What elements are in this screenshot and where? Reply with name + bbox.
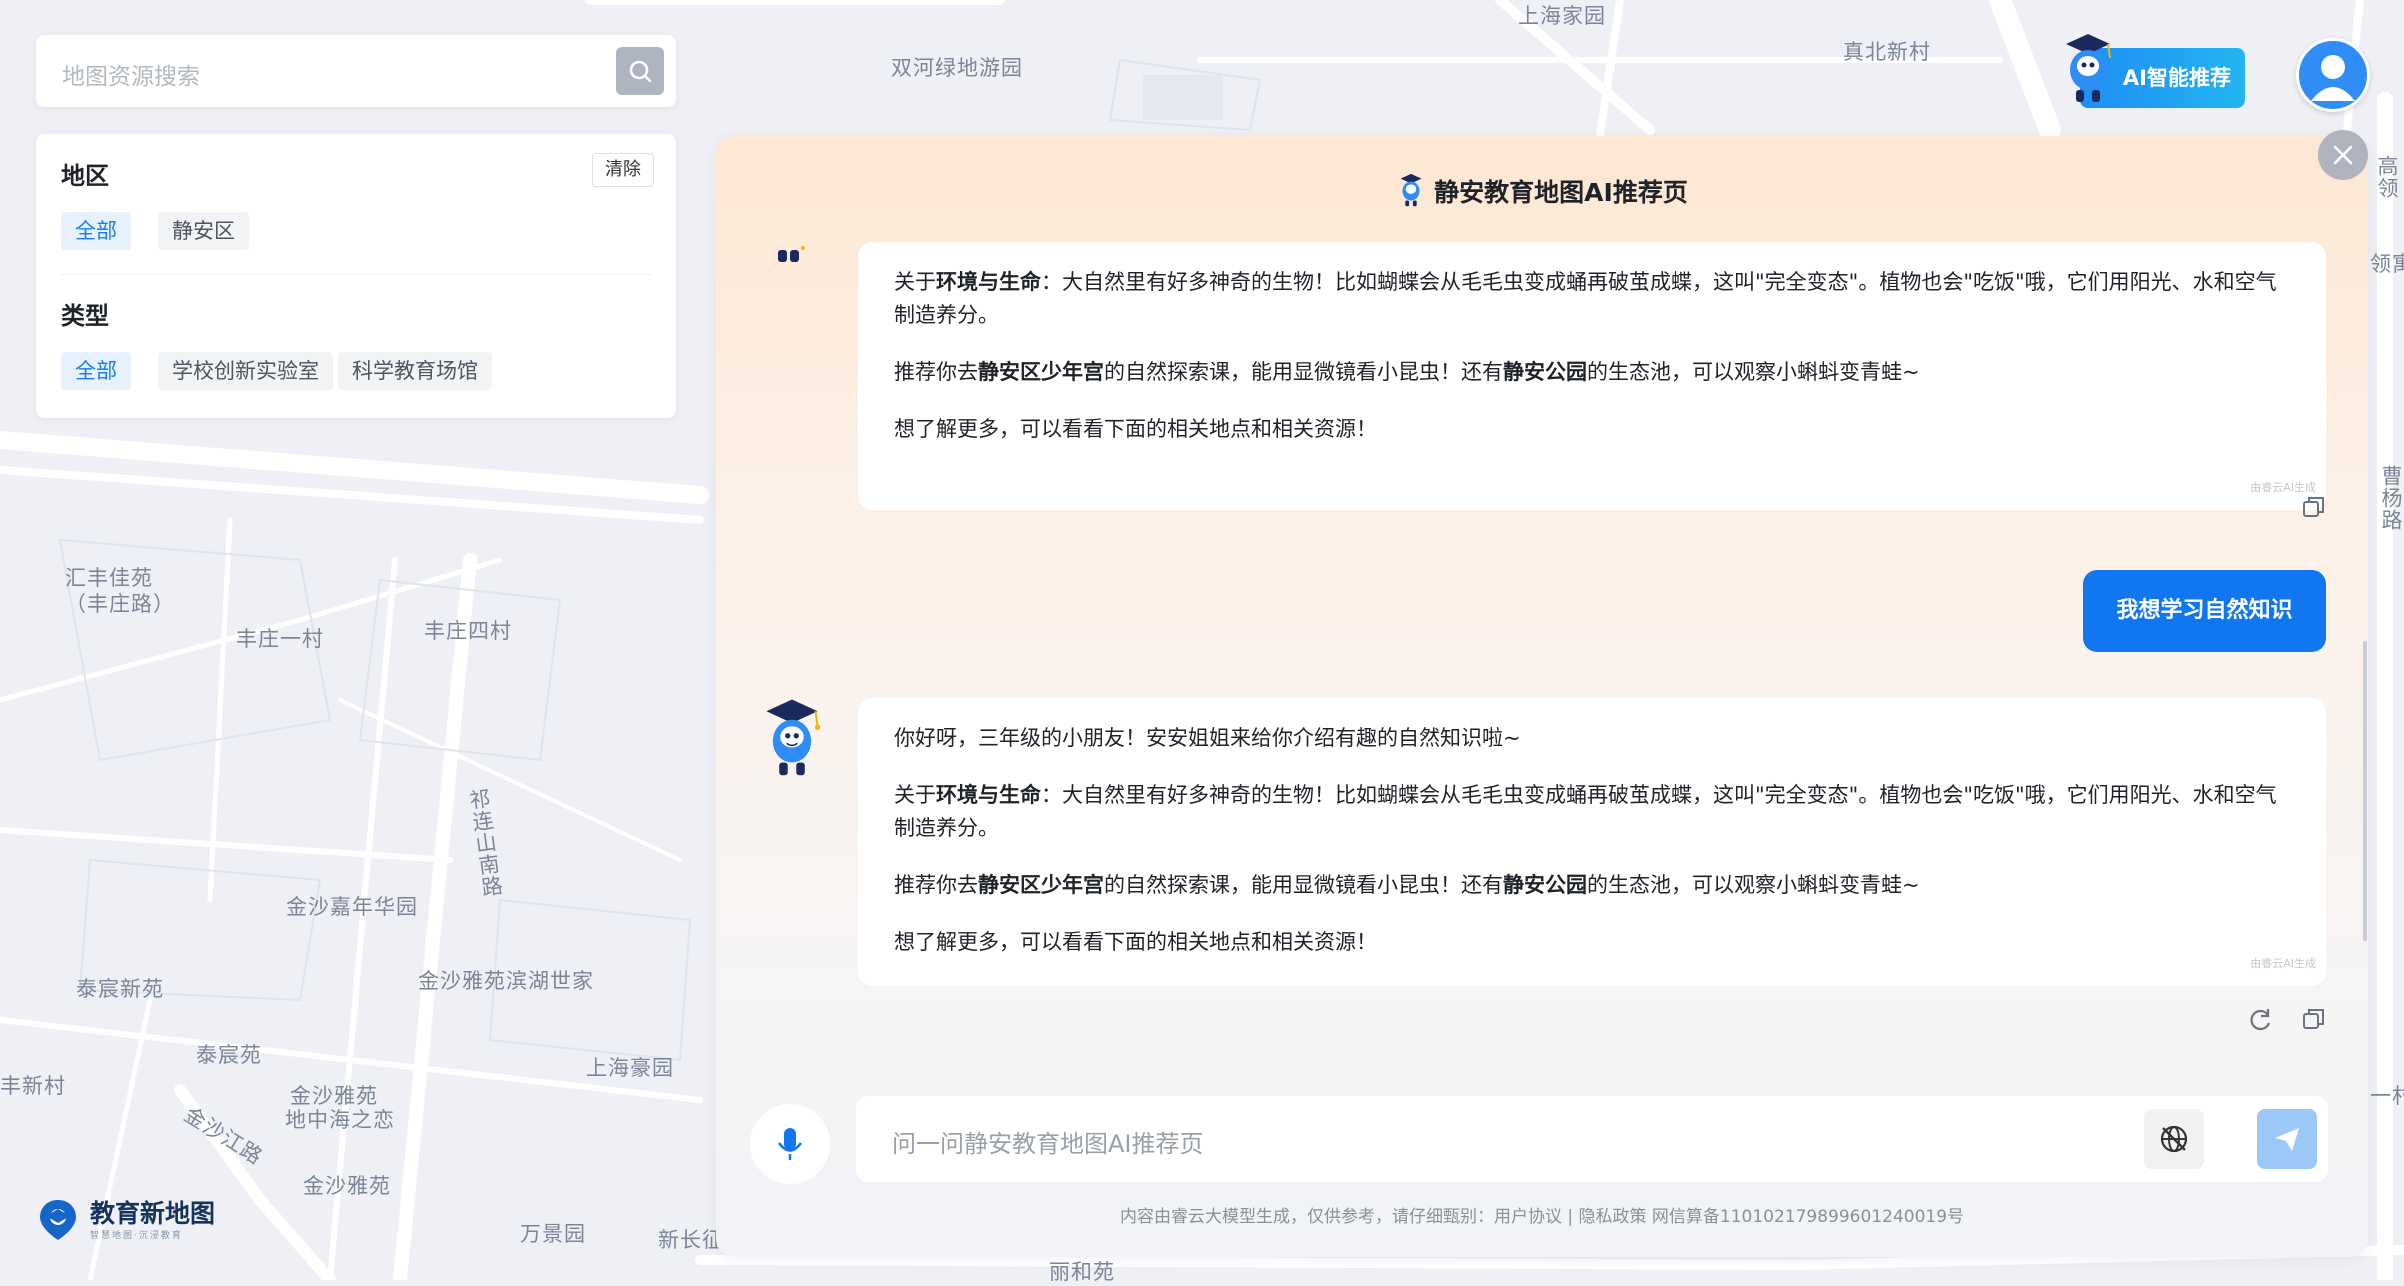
logo-name: 教育新地图 [90,1198,216,1228]
map-label: 泰宸新苑 [76,977,164,1001]
clear-filter-button[interactable]: 清除 [592,153,654,187]
message-paragraph: 你好呀，三年级的小朋友！安安姐姐来给你介绍有趣的自然知识啦~ [894,726,1521,750]
chat-input[interactable]: 问一问静安教育地图AI推荐页 [856,1096,2328,1182]
close-panel-button[interactable] [2318,130,2368,180]
map-label: 上海家园 [1518,4,1606,28]
voice-input-button[interactable] [750,1104,830,1184]
map-label: 上海豪园 [586,1056,674,1080]
ai-generated-note: 由睿云AI生成 [2250,957,2316,970]
map-label: 一村 [2370,1084,2404,1108]
send-button[interactable] [2257,1109,2317,1169]
chat-scrollbar[interactable] [2363,641,2367,941]
send-icon [2275,1128,2299,1151]
ai-recommend-label: AI智能推荐 [2122,66,2231,90]
map-label: 丰庄四村 [424,619,512,643]
assistant-avatar-icon [766,699,821,776]
assistant-message: 关于环境与生命：大自然里有好多神奇的生物！比如蝴蝶会从毛毛虫变成蛹再破茧成蝶，这… [858,242,2326,510]
chat-title: 静安教育地图AI推荐页 [716,172,2368,210]
assistant-avatar-icon [778,246,805,262]
disclaimer-footer: 内容由睿云大模型生成，仅供参考，请仔细甄别：用户协议 | 隐私政策 网信算备11… [1119,1207,1965,1227]
globe-off-icon [2160,1125,2188,1153]
mascot-icon [2066,34,2111,102]
map-label: 双河绿地游园 [891,56,1023,80]
map-label: 丽和苑 [1049,1260,1115,1284]
copy-icon[interactable] [2301,1006,2327,1032]
type-chip-lab[interactable]: 学校创新实验室 [158,352,333,390]
map-search-bar[interactable]: 地图资源搜索 [36,35,676,107]
close-icon [2333,145,2353,165]
region-chip-all[interactable]: 全部 [61,212,131,250]
map-label: 领寓 [2370,252,2404,276]
message-paragraph: 推荐你去静安区少年宫的自然探索课，能用显微镜看小昆虫！还有静安公园的生态池，可以… [894,360,1920,384]
chat-input-placeholder: 问一问静安教育地图AI推荐页 [892,1130,1204,1158]
map-label: 真北新村 [1843,40,1931,64]
user-avatar-icon [2311,55,2355,101]
search-icon [629,60,652,83]
chat-title-text: 静安教育地图AI推荐页 [1434,178,1688,207]
type-chip-all[interactable]: 全部 [61,352,131,390]
map-label: 新长征 [658,1228,724,1252]
map-label: 金沙嘉年华园 [286,895,418,919]
map-label: 丰新村 [0,1074,66,1098]
message-paragraph: 想了解更多，可以看看下面的相关地点和相关资源！ [894,417,1377,441]
map-label: 金沙雅苑 [303,1174,391,1198]
regenerate-icon[interactable] [2246,1006,2274,1034]
user-message: 我想学习自然知识 [2083,570,2326,652]
mascot-icon [1400,173,1422,207]
map-label: （丰庄路） [65,592,175,616]
copy-icon[interactable] [2301,494,2327,520]
map-pin-logo-icon [40,1200,76,1240]
region-title: 地区 [61,162,109,190]
map-label: 地中海之恋 [285,1108,395,1132]
type-title: 类型 [61,302,109,330]
message-paragraph: 想了解更多，可以看看下面的相关地点和相关资源！ [894,930,1377,954]
map-label: 万景园 [520,1222,586,1246]
message-paragraph: 关于环境与生命：大自然里有好多神奇的生物！比如蝴蝶会从毛毛虫变成蛹再破茧成蝶，这… [894,270,2277,327]
message-paragraph: 关于环境与生命：大自然里有好多神奇的生物！比如蝴蝶会从毛毛虫变成蛹再破茧成蝶，这… [894,783,2277,840]
map-label: 曹杨路 [2379,465,2403,531]
map-label: 丰庄一村 [236,627,324,651]
app-logo: 教育新地图 智慧地图·沉浸教育 [34,1196,215,1244]
ai-chat-panel: 静安教育地图AI推荐页 关于环境与生命：大自然里有好多神奇的生物！比如蝴蝶会从毛… [716,136,2368,1257]
map-label: 金沙雅苑滨湖世家 [418,969,594,993]
microphone-icon [777,1128,803,1160]
map-label: 高领 [2375,155,2399,199]
search-input[interactable]: 地图资源搜索 [62,57,200,91]
region-chip-jingan[interactable]: 静安区 [158,212,249,250]
filter-divider [61,274,651,275]
search-button[interactable] [616,47,664,95]
map-label: 泰宸苑 [196,1043,262,1067]
message-paragraph: 推荐你去静安区少年宫的自然探索课，能用显微镜看小昆虫！还有静安公园的生态池，可以… [894,873,1920,897]
web-search-toggle[interactable] [2144,1109,2204,1169]
user-avatar[interactable] [2296,38,2370,112]
logo-tagline: 智慧地图·沉浸教育 [90,1230,183,1241]
type-chip-museum[interactable]: 科学教育场馆 [338,352,492,390]
filter-panel: 地区 清除 全部 静安区 类型 全部 学校创新实验室 科学教育场馆 [36,134,676,418]
assistant-message: 你好呀，三年级的小朋友！安安姐姐来给你介绍有趣的自然知识啦~ 关于环境与生命：大… [858,698,2326,986]
